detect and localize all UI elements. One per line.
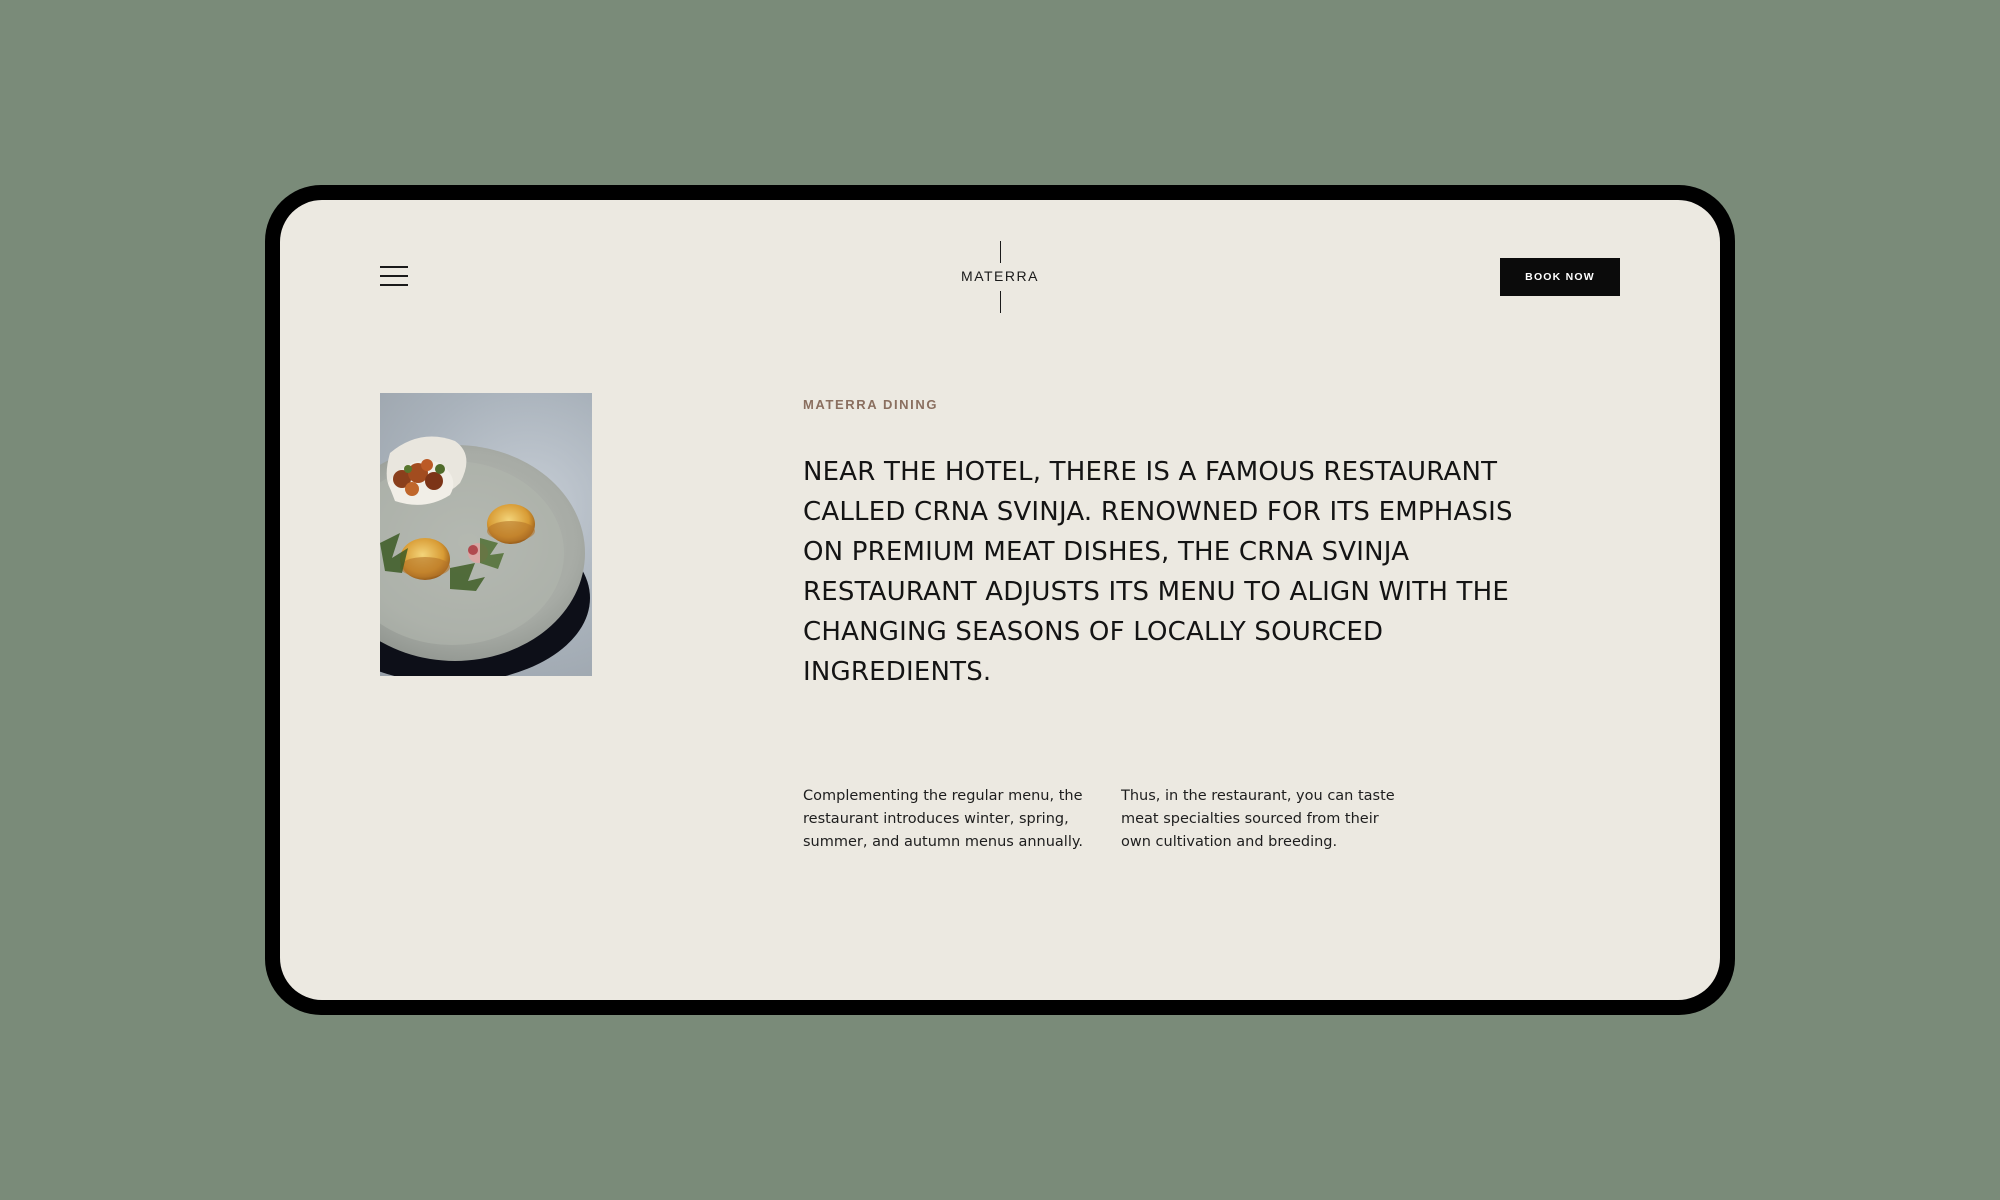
- dish-photo: [380, 393, 592, 676]
- site-logo[interactable]: MATERRA: [920, 241, 1080, 313]
- menu-line: [380, 266, 408, 268]
- website-screen: MATERRA BOOK NOW MATERRA DINING NEAR THE…: [280, 200, 1720, 1000]
- book-now-button[interactable]: BOOK NOW: [1500, 258, 1620, 296]
- section-eyebrow: MATERRA DINING: [803, 397, 939, 412]
- logo-text: MATERRA: [961, 268, 1039, 284]
- hero-headline: NEAR THE HOTEL, THERE IS A FAMOUS RESTAU…: [803, 457, 1513, 687]
- menu-line: [380, 284, 408, 286]
- device-frame: MATERRA BOOK NOW MATERRA DINING NEAR THE…: [265, 185, 1735, 1015]
- logo-line-top: [1000, 241, 1001, 263]
- paragraph-seasonal-menus: Complementing the regular menu, the rest…: [803, 788, 1083, 850]
- paragraph-meat-specialties: Thus, in the restaurant, you can taste m…: [1121, 788, 1395, 850]
- hamburger-menu-icon[interactable]: [380, 266, 408, 286]
- menu-line: [380, 275, 408, 277]
- dish-illustration: [380, 436, 590, 676]
- logo-line-bottom: [1000, 291, 1001, 313]
